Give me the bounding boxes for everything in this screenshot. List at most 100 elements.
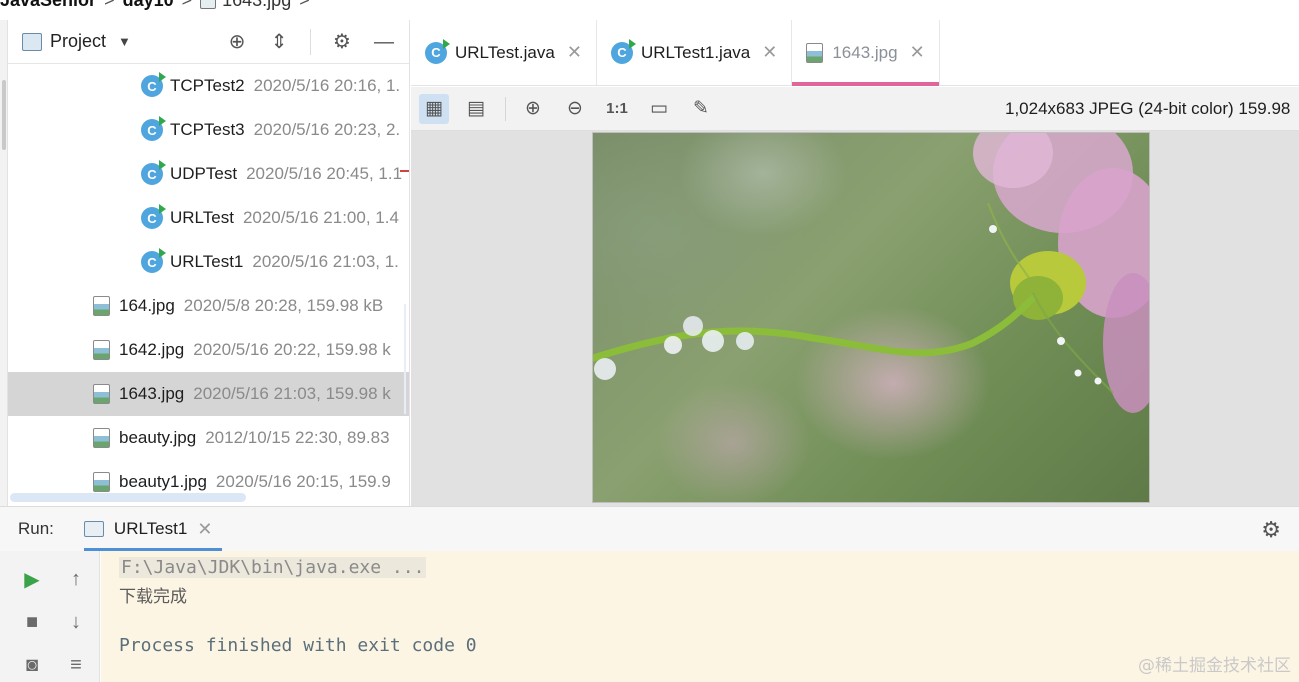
console-exit-line: Process finished with exit code 0	[119, 635, 477, 656]
tree-item-name: TCPTest2	[170, 76, 245, 95]
java-class-icon: C	[141, 248, 166, 273]
gear-icon[interactable]: ⚙	[1261, 517, 1281, 543]
close-icon[interactable]: ✕	[567, 42, 582, 63]
close-icon[interactable]: ✕	[197, 519, 212, 540]
run-header: Run: URLTest1 ✕ ⚙	[0, 507, 1299, 551]
tree-item-tcptest3[interactable]: C TCPTest3 2020/5/16 20:23, 2.	[8, 108, 409, 152]
close-icon[interactable]: ✕	[762, 42, 777, 63]
fit-to-window-icon[interactable]: ▭	[644, 94, 674, 124]
tree-item-164-jpg[interactable]: 164.jpg 2020/5/8 20:28, 159.98 kB	[8, 284, 409, 328]
change-marker	[400, 170, 409, 172]
image-file-icon	[806, 42, 824, 63]
tab-label: URLTest1.java	[640, 42, 751, 62]
java-class-icon: C	[425, 38, 450, 64]
run-tab-urltest1[interactable]: URLTest1 ✕	[83, 507, 223, 551]
tree-item-beauty-jpg[interactable]: beauty.jpg 2012/10/15 22:30, 89.83	[8, 416, 409, 460]
java-class-icon: C	[141, 160, 166, 185]
grid-icon[interactable]: ▤	[461, 94, 491, 124]
console-command-line: F:\Java\JDK\bin\java.exe ...	[119, 557, 427, 578]
tree-item-tcptest2[interactable]: C TCPTest2 2020/5/16 20:16, 1.	[8, 64, 409, 108]
tree-item-meta: 2020/5/16 20:15, 159.9	[215, 472, 391, 491]
divider	[310, 29, 311, 55]
java-class-icon: C	[141, 72, 166, 97]
panel-side-strip	[0, 20, 8, 506]
tree-item-meta: 2020/5/16 21:03, 159.98 k	[193, 384, 391, 403]
zoom-out-icon[interactable]: ⊖	[560, 94, 590, 124]
watermark: @稀土掘金技术社区	[1138, 656, 1291, 676]
tab-1643-jpg[interactable]: 1643.jpg ✕	[792, 20, 940, 86]
horizontal-scrollbar[interactable]	[10, 493, 246, 502]
tab-urltest-java[interactable]: C URLTest.java ✕	[411, 20, 597, 85]
image-file-icon	[200, 0, 217, 9]
console-output[interactable]: F:\Java\JDK\bin\java.exe ... 下载完成 Proces…	[101, 551, 1299, 682]
tree-item-meta: 2020/5/16 20:45, 1.1	[246, 164, 403, 183]
play-icon[interactable]: ▶	[18, 565, 46, 593]
soft-wrap-icon[interactable]: ≡	[62, 651, 90, 679]
tree-item-udptest[interactable]: C UDPTest 2020/5/16 20:45, 1.1	[8, 152, 409, 196]
tree-item-meta: 2020/5/8 20:28, 159.98 kB	[183, 296, 384, 315]
minimize-icon[interactable]: —	[373, 31, 395, 53]
locate-target-icon[interactable]: ⊕	[226, 31, 248, 53]
tab-urltest1-java[interactable]: C URLTest1.java ✕	[597, 20, 793, 85]
project-view-selector[interactable]: Project	[50, 31, 106, 52]
tree-item-name: TCPTest3	[170, 120, 245, 139]
java-class-icon: C	[610, 38, 636, 64]
breadcrumb-item-project[interactable]: JavaSenior	[0, 0, 96, 11]
image-viewer	[411, 131, 1299, 506]
breadcrumb-item-folder[interactable]: day10	[123, 0, 174, 11]
arrow-up-icon[interactable]: ↑	[62, 565, 90, 593]
tree-item-name: URLTest	[170, 208, 234, 227]
image-file-icon	[93, 384, 110, 404]
run-panel: Run: URLTest1 ✕ ⚙ ▶ ↑ ■ ↓ ◙ ≡ F:\Java\JD…	[0, 506, 1299, 682]
image-file-icon	[93, 428, 110, 448]
breadcrumb: JavaSenior > day10 > 1643.jpg >	[0, 0, 318, 10]
image-info: 1,024x683 JPEG (24-bit color) 159.98	[1005, 99, 1291, 118]
project-panel: Project ▼ ⊕ ⇕ ⚙ — C TCPTest2 2020/5/16 2…	[0, 20, 410, 506]
tree-item-name: 164.jpg	[119, 296, 175, 315]
stop-icon[interactable]: ■	[18, 608, 46, 636]
close-icon[interactable]: ✕	[910, 42, 925, 63]
tree-item-meta: 2020/5/16 21:00, 1.4	[242, 208, 399, 227]
tree-item-name: beauty1.jpg	[119, 472, 207, 491]
tree-item-meta: 2020/5/16 20:23, 2.	[253, 120, 401, 139]
transparency-chessboard-icon[interactable]: ▦	[419, 93, 449, 124]
tree-item-urltest1[interactable]: C URLTest1 2020/5/16 21:03, 1.	[8, 240, 409, 284]
run-label: Run:	[18, 519, 54, 538]
tree-item-name: URLTest1	[170, 252, 244, 271]
tree-item-1643-jpg[interactable]: 1643.jpg 2020/5/16 21:03, 159.98 k	[8, 372, 409, 416]
color-picker-icon[interactable]: ✎	[686, 94, 716, 124]
tree-item-name: 1643.jpg	[119, 384, 185, 403]
flower-photo	[593, 133, 1149, 413]
tab-label: 1643.jpg	[832, 42, 898, 62]
chevron-right-icon: >	[299, 0, 310, 11]
tab-label: URLTest.java	[455, 42, 555, 62]
chevron-down-icon[interactable]: ▼	[118, 34, 131, 49]
tree-item-meta: 2012/10/15 22:30, 89.83	[205, 428, 390, 447]
actual-size-button[interactable]: 1:1	[602, 94, 632, 124]
run-tab-label: URLTest1	[113, 519, 188, 538]
image-preview	[592, 132, 1150, 503]
tree-item-name: UDPTest	[170, 164, 238, 183]
image-file-icon	[93, 472, 110, 492]
project-header: Project ▼ ⊕ ⇕ ⚙ —	[8, 20, 409, 64]
project-icon	[22, 32, 42, 51]
camera-icon[interactable]: ◙	[18, 651, 46, 679]
divider	[505, 96, 506, 121]
tree-item-1642-jpg[interactable]: 1642.jpg 2020/5/16 20:22, 159.98 k	[8, 328, 409, 372]
scroll-indicator	[404, 304, 406, 414]
tree-item-urltest[interactable]: C URLTest 2020/5/16 21:00, 1.4	[8, 196, 409, 240]
gear-icon[interactable]: ⚙	[331, 31, 353, 53]
editor-area: C URLTest.java ✕ C URLTest1.java ✕ 1643.…	[411, 20, 1299, 506]
chevron-right-icon: >	[104, 0, 115, 11]
zoom-in-icon[interactable]: ⊕	[518, 94, 548, 124]
arrow-down-icon[interactable]: ↓	[62, 608, 90, 636]
image-file-icon	[93, 296, 110, 316]
breadcrumb-item-file[interactable]: 1643.jpg	[222, 0, 291, 11]
tree-item-name: 1642.jpg	[119, 340, 185, 359]
run-toolbar: ▶ ↑ ■ ↓ ◙ ≡	[0, 551, 100, 682]
image-toolbar: ▦ ▤ ⊕ ⊖ 1:1 ▭ ✎ 1,024x683 JPEG (24-bit c…	[411, 87, 1299, 131]
project-header-tools: ⊕ ⇕ ⚙ —	[226, 20, 409, 64]
java-class-icon: C	[141, 204, 166, 229]
scroll-thumb[interactable]	[2, 80, 6, 150]
collapse-all-icon[interactable]: ⇕	[268, 31, 290, 53]
